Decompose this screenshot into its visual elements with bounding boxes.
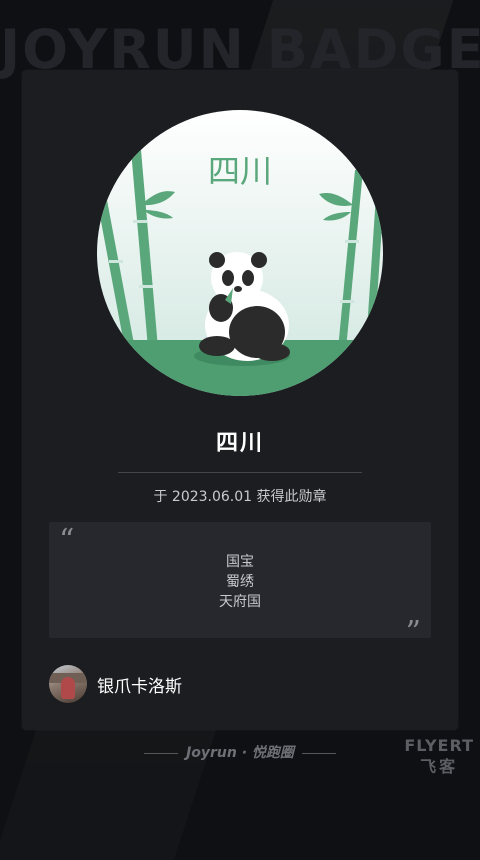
footer-brand-text: Joyrun · 悦跑圈: [186, 745, 294, 761]
user-row[interactable]: 银爪卡洛斯: [49, 664, 182, 704]
quote-close-icon: ”: [405, 615, 421, 650]
username[interactable]: 银爪卡洛斯: [97, 672, 182, 697]
watermark-line2: 飞客: [420, 757, 459, 776]
footer-line-right: [301, 752, 336, 754]
earned-date-text: 于 2023.06.01 获得此勋章: [153, 489, 327, 505]
footer-line-left: [144, 752, 179, 754]
badge-description: “ 国宝 蜀绣 天府国 ”: [49, 522, 431, 648]
divider: [118, 472, 362, 473]
description-line: 国宝: [226, 554, 254, 570]
badge-emblem[interactable]: 四川: [97, 110, 383, 396]
avatar[interactable]: [49, 665, 87, 703]
description-line: 天府国: [219, 594, 261, 610]
emblem-title: 四川: [208, 152, 272, 190]
description-line: 蜀绣: [226, 574, 254, 590]
watermark-logo: FLYERT 飞客: [404, 736, 474, 777]
emblem-title-text: 四川: [208, 152, 272, 190]
description-lines: 国宝 蜀绣 天府国: [49, 552, 431, 612]
badge-card: 四川 四川 于 2023.06.01 获得此勋章 “ 国宝 蜀绣 天府国 ” 银…: [22, 70, 458, 730]
badge-name: 四川: [215, 431, 264, 456]
